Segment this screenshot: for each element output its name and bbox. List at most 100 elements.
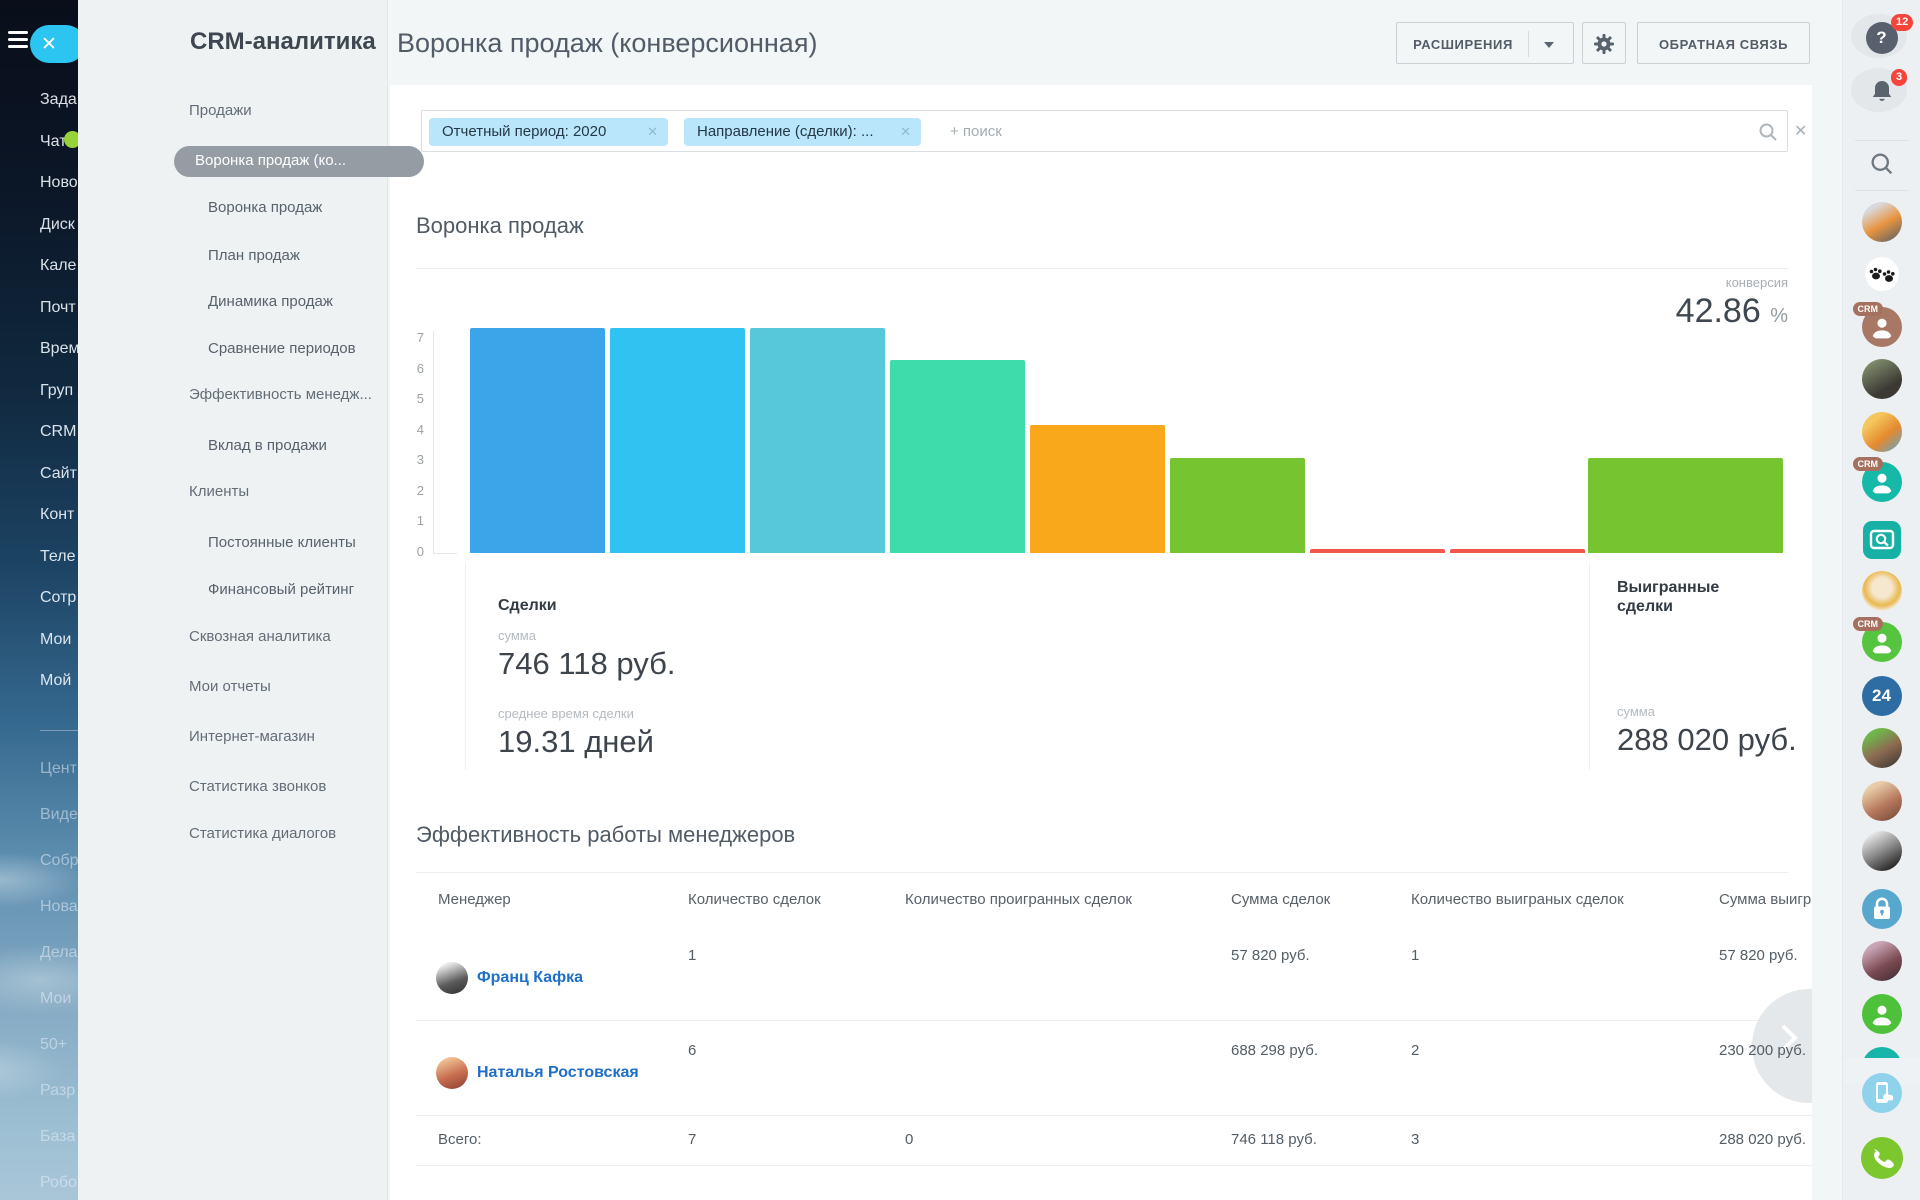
left-menu-item[interactable]: Врем bbox=[40, 340, 78, 358]
left-menu-item[interactable]: Мои bbox=[40, 631, 78, 649]
funnel-bar[interactable] bbox=[610, 328, 745, 553]
manager-link[interactable]: Наталья Ростовская bbox=[477, 1064, 639, 1082]
telephony-avatar[interactable] bbox=[1861, 1137, 1903, 1179]
report-content: Отчетный период: 2020✕ Направление (сделк… bbox=[390, 85, 1812, 1200]
avatar[interactable] bbox=[1862, 781, 1902, 821]
left-menu-item[interactable]: Мои bbox=[40, 990, 78, 1008]
menu-item[interactable]: Вклад в продажи bbox=[208, 437, 327, 454]
left-menu-item[interactable]: Сайт bbox=[40, 465, 78, 483]
search-icon[interactable] bbox=[1758, 122, 1778, 142]
cell-deals: 6 bbox=[688, 1042, 696, 1059]
left-menu-item[interactable]: Теле bbox=[40, 548, 78, 566]
menu-item[interactable]: Постоянные клиенты bbox=[208, 534, 356, 551]
avatar[interactable] bbox=[1862, 941, 1902, 981]
funnel-bar[interactable] bbox=[470, 328, 605, 553]
filter-chip[interactable]: Направление (сделки): ...✕ bbox=[684, 118, 921, 146]
filter-search-bar[interactable]: Отчетный период: 2020✕ Направление (сделк… bbox=[421, 110, 1788, 152]
crm-search-app-icon[interactable] bbox=[1863, 521, 1901, 559]
funnel-bar[interactable] bbox=[750, 328, 885, 553]
left-sidebar: ЗадаЧатНовоДискКалеПочтВремГрупCRMСайтКо… bbox=[0, 0, 78, 1200]
left-menu-item[interactable]: База bbox=[40, 1128, 78, 1146]
search-placeholder: + поиск bbox=[950, 123, 1002, 140]
left-menu-item[interactable]: Мой bbox=[40, 672, 78, 690]
funnel-bar[interactable] bbox=[1450, 549, 1585, 553]
menu-title: CRM-аналитика bbox=[190, 28, 376, 56]
cell-won-sum: 57 820 руб. bbox=[1719, 947, 1798, 964]
y-axis-label: 6 bbox=[400, 361, 424, 376]
left-menu-item[interactable]: Дела bbox=[40, 944, 78, 962]
cell-won: 1 bbox=[1411, 947, 1419, 964]
hamburger-icon[interactable] bbox=[8, 31, 28, 34]
menu-item-selected[interactable]: Воронка продаж (ко... bbox=[174, 146, 424, 177]
settings-button[interactable] bbox=[1582, 22, 1626, 64]
left-menu-item[interactable]: Диск bbox=[40, 216, 78, 234]
avatar[interactable] bbox=[1862, 359, 1902, 399]
feedback-button[interactable]: ОБРАТНАЯ СВЯЗЬ bbox=[1637, 22, 1810, 64]
crm-analytics-menu: CRM-аналитика ПродажиВоронка продаж (ко.… bbox=[78, 0, 388, 1200]
menu-item[interactable]: Воронка продаж bbox=[208, 199, 322, 216]
left-menu-item[interactable]: Конт bbox=[40, 506, 78, 524]
left-menu-item[interactable]: Сотр bbox=[40, 589, 78, 607]
menu-item[interactable]: Динамика продаж bbox=[208, 293, 333, 310]
filter-chip[interactable]: Отчетный период: 2020✕ bbox=[429, 118, 668, 146]
left-menu-item[interactable]: CRM bbox=[40, 423, 78, 441]
left-menu-item[interactable]: 50+ bbox=[40, 1036, 78, 1054]
menu-item[interactable]: Сквозная аналитика bbox=[189, 628, 331, 645]
menu-item[interactable]: Эффективность менедж... bbox=[189, 386, 372, 403]
left-menu-item[interactable]: Виде bbox=[40, 806, 78, 824]
extensions-button[interactable]: РАСШИРЕНИЯ bbox=[1396, 22, 1574, 64]
manager-link[interactable]: Франц Кафка bbox=[477, 969, 583, 987]
card-won-title: Выигранные bbox=[1617, 579, 1719, 597]
menu-item[interactable]: Сравнение периодов bbox=[208, 340, 356, 357]
left-menu-item[interactable]: Нова bbox=[40, 898, 78, 916]
remove-chip-icon[interactable]: ✕ bbox=[900, 124, 911, 140]
crm-contact-avatar[interactable]: CRM bbox=[1862, 462, 1902, 502]
avatar-kafka[interactable] bbox=[1862, 831, 1902, 871]
menu-item[interactable]: Мои отчеты bbox=[189, 678, 271, 695]
left-menu-item[interactable]: Цент bbox=[40, 760, 78, 778]
menu-item[interactable]: Статистика диалогов bbox=[189, 825, 336, 842]
left-menu-item[interactable]: Собр bbox=[40, 852, 78, 870]
clear-filter-icon[interactable]: ✕ bbox=[1794, 121, 1807, 141]
funnel-bar[interactable] bbox=[890, 360, 1025, 553]
chevron-down-icon[interactable] bbox=[1544, 42, 1554, 48]
funnel-bar[interactable] bbox=[1588, 458, 1783, 553]
menu-item[interactable]: Финансовый рейтинг bbox=[208, 581, 354, 598]
left-menu-item[interactable]: Разр bbox=[40, 1082, 78, 1100]
left-menu-item[interactable]: Ново bbox=[40, 174, 78, 192]
menu-item[interactable]: План продаж bbox=[208, 247, 300, 264]
funnel-bar[interactable] bbox=[1310, 549, 1445, 553]
avatar[interactable] bbox=[1862, 571, 1902, 611]
remove-chip-icon[interactable]: ✕ bbox=[647, 124, 658, 140]
lock-avatar[interactable] bbox=[1862, 889, 1902, 929]
close-icon: ✕ bbox=[41, 33, 57, 56]
menu-item[interactable]: Клиенты bbox=[189, 483, 249, 500]
menu-item[interactable]: Продажи bbox=[189, 102, 252, 119]
funnel-bar[interactable] bbox=[1030, 425, 1165, 553]
cell-won-sum: 230 200 руб. bbox=[1719, 1042, 1806, 1059]
contact-avatar[interactable] bbox=[1862, 994, 1902, 1034]
manager-avatar[interactable] bbox=[436, 1057, 468, 1089]
left-menu-item[interactable]: Кале bbox=[40, 257, 78, 275]
paw-avatar[interactable] bbox=[1865, 257, 1899, 291]
avatar[interactable] bbox=[1862, 728, 1902, 768]
funnel-bar[interactable] bbox=[1170, 458, 1305, 553]
y-axis bbox=[433, 331, 434, 553]
avatar[interactable] bbox=[1862, 202, 1902, 242]
left-menu-item[interactable]: Робо bbox=[40, 1174, 78, 1192]
mobile-app-avatar[interactable] bbox=[1862, 1073, 1902, 1113]
close-slider-button[interactable]: ✕ bbox=[30, 25, 85, 63]
crm-contact-avatar[interactable]: CRM bbox=[1862, 622, 1902, 662]
left-menu-item[interactable]: Почт bbox=[40, 299, 78, 317]
manager-avatar[interactable] bbox=[436, 962, 468, 994]
crm-contact-avatar[interactable]: CRM bbox=[1862, 307, 1902, 347]
menu-item[interactable]: Интернет-магазин bbox=[189, 728, 315, 745]
search-button[interactable] bbox=[1868, 150, 1896, 178]
menu-item[interactable]: Статистика звонков bbox=[189, 778, 326, 795]
avatar[interactable] bbox=[1862, 412, 1902, 452]
table-header: Количество выиграных сделок bbox=[1411, 891, 1624, 908]
left-menu-item[interactable]: Зада bbox=[40, 91, 78, 109]
left-menu-item[interactable]: Груп bbox=[40, 382, 78, 400]
bitrix24-avatar[interactable]: 24 bbox=[1862, 676, 1902, 716]
y-axis-label: 4 bbox=[400, 422, 424, 437]
